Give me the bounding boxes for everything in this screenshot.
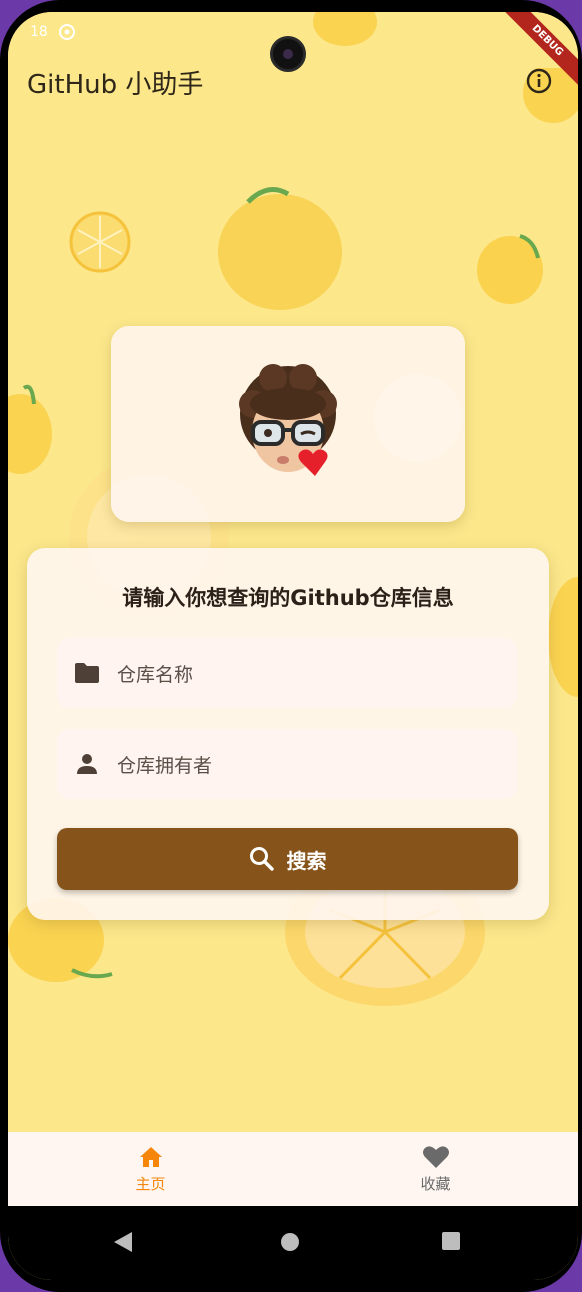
lemon-decoration: [477, 234, 543, 304]
repo-owner-field[interactable]: 仓库拥有者: [57, 729, 517, 799]
status-time: 18: [30, 24, 48, 40]
memoji-avatar-icon: [239, 364, 337, 476]
search-button-label: 搜索: [286, 848, 327, 873]
heart-icon: [422, 1145, 449, 1168]
bottom-navigation: 主页 收藏: [8, 1132, 578, 1206]
nav-favorites[interactable]: 收藏: [293, 1132, 578, 1206]
repo-owner-placeholder: 仓库拥有者: [117, 754, 213, 777]
nav-home[interactable]: 主页: [8, 1132, 293, 1206]
phone-frame: 18 DEBUG GitHub 小助手 请输入你想查询的Github仓库信息 仓…: [0, 0, 582, 1292]
recents-icon[interactable]: [440, 1230, 462, 1252]
nav-favorites-label: 收藏: [420, 1174, 451, 1193]
search-form-card: 请输入你想查询的Github仓库信息 仓库名称 仓库拥有者 搜索: [27, 548, 549, 920]
home-circle-icon[interactable]: [278, 1230, 302, 1254]
avatar-card: [111, 326, 465, 522]
repo-name-placeholder: 仓库名称: [117, 663, 194, 686]
back-icon[interactable]: [112, 1230, 134, 1254]
screen: 18 DEBUG GitHub 小助手 请输入你想查询的Github仓库信息 仓…: [8, 12, 578, 1280]
info-button[interactable]: [522, 64, 556, 98]
app-title: GitHub 小助手: [27, 70, 204, 100]
person-icon: [77, 754, 97, 774]
search-button[interactable]: 搜索: [57, 828, 518, 890]
lemon-decoration: [8, 384, 52, 474]
system-navigation-bar: [8, 1206, 578, 1280]
front-camera: [270, 36, 306, 72]
form-title: 请输入你想查询的Github仓库信息: [122, 586, 454, 610]
status-bar: 18: [30, 20, 76, 44]
hotspot-icon: [58, 24, 75, 40]
repo-name-field[interactable]: 仓库名称: [57, 638, 517, 708]
nav-home-label: 主页: [135, 1174, 166, 1193]
search-icon: [249, 847, 274, 871]
lemon-decoration: [218, 187, 342, 310]
lemon-decoration: [313, 12, 377, 46]
home-icon: [139, 1146, 162, 1167]
folder-icon: [75, 663, 99, 683]
lemon-slice-decoration: [69, 211, 131, 273]
info-icon: [526, 68, 552, 94]
